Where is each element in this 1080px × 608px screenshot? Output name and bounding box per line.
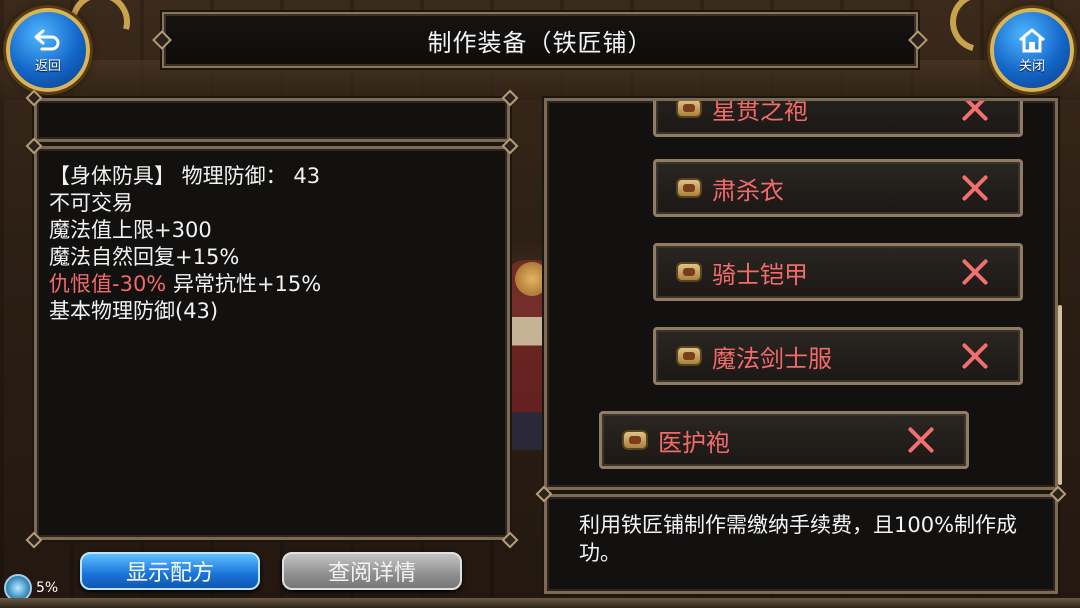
recipe-item[interactable]: 肃杀衣 [653,159,1023,217]
stat-hate: 仇恨值-30% [49,272,167,296]
recipe-name: 魔法剑士服 [712,344,832,373]
recipe-list-panel[interactable]: 星贯之袍 肃杀衣 骑士铠甲 魔法剑士服 医护袍 [544,98,1058,490]
info-text: 利用铁匠铺制作需缴纳手续费，且100%制作成功。 [579,513,1018,565]
back-label: 返回 [34,58,61,74]
item-stats: 【身体防具】 物理防御： 43 不可交易 魔法值上限+300 魔法自然回复+15… [49,163,321,325]
stat-line-mana-regen: 魔法自然回复+15% [49,245,240,269]
recipe-item-selected[interactable]: 医护袍 [599,411,969,469]
stat-line-untradable: 不可交易 [49,191,133,215]
recipe-name: 星贯之袍 [712,98,808,125]
recipe-item[interactable]: 星贯之袍 [653,98,1023,137]
close-icon [906,425,936,455]
stat-line-physical-defense: 【身体防具】 物理防御： 43 [49,163,321,190]
close-icon [960,257,990,287]
scroll-icon [622,430,648,450]
scroll-icon [676,178,702,198]
recipe-name: 骑士铠甲 [712,260,808,289]
home-icon [1019,28,1045,52]
recipe-scrollbar[interactable] [1058,305,1062,485]
status-percent: 5% [36,580,59,596]
item-details-panel: 【身体防具】 物理防御： 43 不可交易 魔法值上限+300 魔法自然回复+15… [25,137,519,549]
close-icon [960,101,990,123]
stat-line-base-defense: 基本物理防御(43) [49,299,219,323]
scroll-icon [676,262,702,282]
stat-status-resist: 异常抗性+15% [166,272,322,296]
close-icon [960,173,990,203]
stat-physical-defense: 物理防御： 43 [175,164,321,188]
view-details-button[interactable]: 查阅详情 [282,552,462,590]
title-bar: 制作装备（铁匠铺） [152,12,928,68]
page-title: 制作装备（铁匠铺） [427,28,653,57]
recipe-item[interactable]: 骑士铠甲 [653,243,1023,301]
back-arrow-icon [34,29,60,50]
stat-line-hate-resist: 仇恨值-30% 异常抗性+15% [49,271,321,298]
info-panel: 利用铁匠铺制作需缴纳手续费，且100%制作成功。 [535,485,1067,594]
bottom-frame [0,598,1080,608]
close-button[interactable]: 关闭 [990,8,1074,92]
recipe-name: 肃杀衣 [712,176,784,205]
close-icon [960,341,990,371]
scroll-icon [676,346,702,366]
recipe-name: 医护袍 [658,428,730,457]
close-label: 关闭 [1018,58,1045,74]
item-type: 【身体防具】 [49,164,175,188]
stat-line-mana-max: 魔法值上限+300 [49,218,212,242]
scroll-icon [676,101,702,118]
back-button[interactable]: 返回 [6,8,90,92]
item-header-panel [25,89,519,142]
show-recipe-button[interactable]: 显示配方 [80,552,260,590]
recipe-item[interactable]: 魔法剑士服 [653,327,1023,385]
